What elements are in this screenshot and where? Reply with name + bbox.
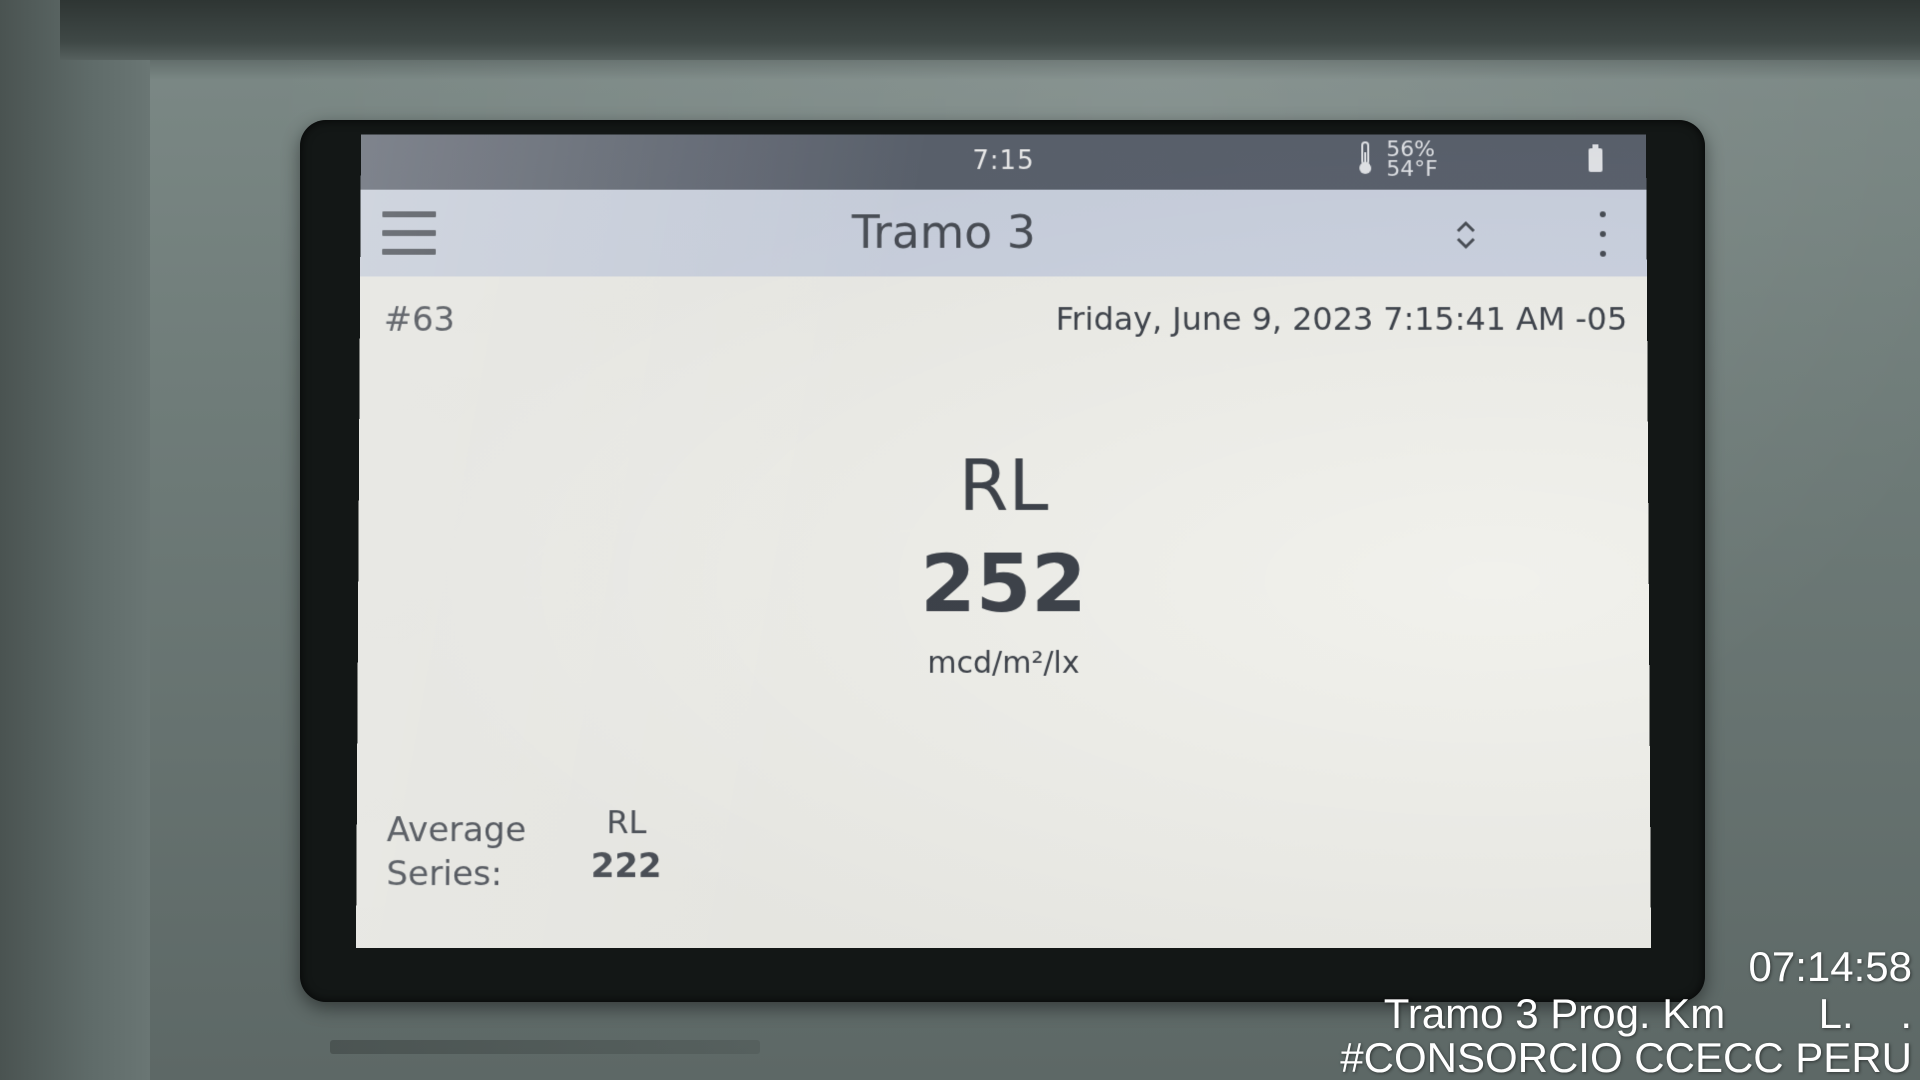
series-label: Series: [386, 852, 556, 896]
watermark-location: Tramo 3 Prog. Km L. . [1340, 992, 1912, 1036]
environment-values: 56% 54°F [1386, 140, 1437, 179]
watermark-company: #CONSORCIO CCECC PERU [1340, 1036, 1912, 1080]
sort-up-down-icon[interactable] [1454, 215, 1478, 254]
status-bar: 7:15 56% 54°F [361, 135, 1647, 190]
environment-readout: 56% 54°F [1358, 140, 1438, 179]
average-labels: Average Series: [386, 808, 556, 896]
reading-label: RL [359, 441, 1649, 530]
more-vertical-icon[interactable] [1597, 211, 1609, 262]
average-values: RL 222 [566, 800, 686, 888]
reading-value: 252 [358, 530, 1649, 639]
record-number: #63 [384, 300, 456, 340]
average-label: Average [387, 808, 557, 852]
status-time: 7:15 [361, 146, 1646, 176]
app-bar: Tramo 3 [360, 190, 1647, 277]
temperature-value: 54°F [1386, 160, 1437, 180]
device-screen: 7:15 56% 54°F Tramo 3 #63 Friday, June 9… [356, 135, 1651, 948]
housing-label-strip [330, 1040, 760, 1054]
photo-watermark: 07:14:58 Tramo 3 Prog. Km L. . #CONSORCI… [1340, 942, 1912, 1080]
thermometer-icon [1358, 140, 1374, 175]
record-datetime: Friday, June 9, 2023 7:15:41 AM -05 [1056, 300, 1628, 338]
housing-top-lip [60, 0, 1920, 60]
average-rl-value: 222 [566, 844, 686, 888]
battery-icon [1589, 148, 1603, 172]
average-rl-label: RL [566, 800, 686, 844]
reading-unit: mcd/m²/lx [358, 639, 1650, 689]
reading-panel: RL 252 mcd/m²/lx [358, 441, 1650, 689]
watermark-time: 07:14:58 [1340, 942, 1912, 992]
housing-left-edge [0, 0, 150, 1080]
